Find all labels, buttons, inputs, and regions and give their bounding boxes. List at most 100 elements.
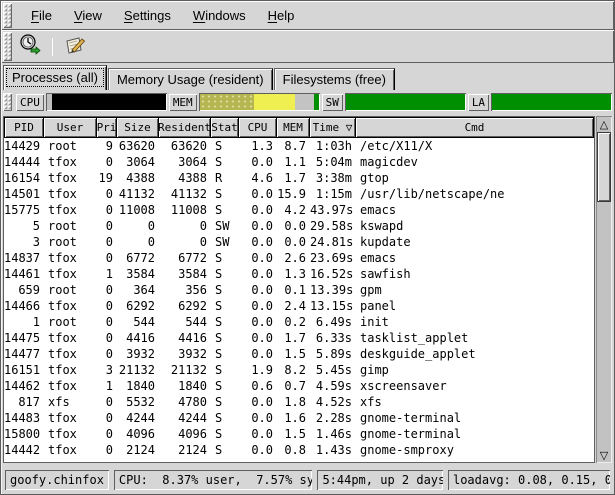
cell-size: 11008 <box>117 202 159 218</box>
column-header-resident[interactable]: Resident <box>159 117 211 138</box>
table-row[interactable]: 15775tfox01100811008S0.04.243.97semacs <box>4 202 594 218</box>
toolbar-drag-handle[interactable] <box>3 32 12 61</box>
cell-resident: 2124 <box>159 442 211 458</box>
column-header-pri[interactable]: Pri <box>97 117 117 138</box>
cell-pid: 3 <box>4 234 44 250</box>
cell-cpu: 0.0 <box>239 394 277 410</box>
menu-file[interactable]: File <box>20 5 63 26</box>
cell-resident: 4244 <box>159 410 211 426</box>
timer-clock-button[interactable] <box>16 34 44 60</box>
toolbar <box>1 30 614 63</box>
scrollbar-trough[interactable] <box>596 202 612 447</box>
la-meter-segment <box>492 94 611 110</box>
table-row[interactable]: 659root0364356S0.00.113.39sgpm <box>4 282 594 298</box>
cell-pid: 14444 <box>4 154 44 170</box>
mem-meter-segment <box>200 94 255 110</box>
column-header-pid[interactable]: PID <box>4 117 44 138</box>
table-row[interactable]: 14429root96362063620S1.38.71:03h/etc/X11… <box>4 138 594 154</box>
cell-user: xfs <box>44 394 97 410</box>
cell-cmd: kupdate <box>356 234 594 250</box>
edit-note-button[interactable] <box>61 34 89 60</box>
cell-pri: 0 <box>97 394 117 410</box>
tab-filesystems-free[interactable]: Filesystems (free) <box>274 68 395 90</box>
scroll-down-icon[interactable]: ▽ <box>596 447 612 463</box>
cell-cpu: 0.0 <box>239 330 277 346</box>
tab-memory-usage-resident[interactable]: Memory Usage (resident) <box>108 68 273 90</box>
cell-cmd: gnome-terminal <box>356 426 594 442</box>
cell-time: 2.28s <box>310 410 356 426</box>
cell-pid: 14442 <box>4 442 44 458</box>
table-row[interactable]: 3root000SW0.00.024.81skupdate <box>4 234 594 250</box>
cell-pid: 1 <box>4 314 44 330</box>
vertical-scrollbar[interactable]: △ ▽ <box>596 116 612 463</box>
column-header-user[interactable]: User <box>44 117 97 138</box>
menu-settings[interactable]: Settings <box>113 5 182 26</box>
cell-cmd: gpm <box>356 282 594 298</box>
table-row[interactable]: 14837tfox067726772S0.02.623.69semacs <box>4 250 594 266</box>
cell-cmd: xfs <box>356 394 594 410</box>
cell-stat: SW <box>211 218 239 234</box>
table-row[interactable]: 14466tfox062926292S0.02.413.15spanel <box>4 298 594 314</box>
cell-stat: SW <box>211 234 239 250</box>
table-row[interactable]: 14461tfox135843584S0.01.316.52ssawfish <box>4 266 594 282</box>
table-row[interactable]: 14483tfox042444244S0.01.62.28sgnome-term… <box>4 410 594 426</box>
column-header-stat[interactable]: Stat <box>211 117 239 138</box>
cell-user: tfox <box>44 442 97 458</box>
cell-resident: 63620 <box>159 138 211 154</box>
table-row[interactable]: 14477tfox039323932S0.01.55.89sdeskguide_… <box>4 346 594 362</box>
column-header-cpu[interactable]: CPU <box>239 117 277 138</box>
cell-pri: 3 <box>97 362 117 378</box>
cell-size: 3584 <box>117 266 159 282</box>
column-header-mem[interactable]: MEM <box>277 117 310 138</box>
column-header-size[interactable]: Size <box>117 117 159 138</box>
cell-time: 1:03h <box>310 138 356 154</box>
cell-stat: S <box>211 202 239 218</box>
table-row[interactable]: 14444tfox030643064S0.01.15:04mmagicdev <box>4 154 594 170</box>
table-row[interactable]: 14475tfox044164416S0.01.76.33stasklist_a… <box>4 330 594 346</box>
cell-size: 5532 <box>117 394 159 410</box>
toolbar-separator <box>52 38 53 56</box>
cell-user: tfox <box>44 378 97 394</box>
menu-view[interactable]: View <box>63 5 113 26</box>
tab-processes-all[interactable]: Processes (all) <box>3 65 107 90</box>
cell-mem: 1.6 <box>277 410 310 426</box>
menubar-drag-handle[interactable] <box>3 3 12 28</box>
cell-user: tfox <box>44 266 97 282</box>
table-row[interactable]: 14462tfox118401840S0.60.74.59sxscreensav… <box>4 378 594 394</box>
cell-size: 4416 <box>117 330 159 346</box>
table-row[interactable]: 16154tfox1943884388R4.61.73:38mgtop <box>4 170 594 186</box>
scrollbar-thumb[interactable] <box>597 132 611 202</box>
meters-drag-handle[interactable] <box>3 93 12 111</box>
cell-cmd: init <box>356 314 594 330</box>
cpu-meter-label: CPU <box>16 94 44 111</box>
cell-stat: S <box>211 250 239 266</box>
scroll-up-icon[interactable]: △ <box>596 116 612 132</box>
cell-stat: S <box>211 346 239 362</box>
cell-cpu: 0.0 <box>239 346 277 362</box>
status-bar: goofy.chinfox CPU: 8.37% user, 7.57% sys… <box>1 465 614 494</box>
table-row[interactable]: 1root0544544S0.00.26.49sinit <box>4 314 594 330</box>
mem-meter-bar <box>199 93 320 111</box>
cell-mem: 0.2 <box>277 314 310 330</box>
table-row[interactable]: 14501tfox04113241132S0.015.91:15m/usr/li… <box>4 186 594 202</box>
mem-meter-segment <box>295 94 314 110</box>
process-table-area: PIDUserPriSizeResidentStatCPUMEMTime ▽Cm… <box>3 116 612 463</box>
table-row[interactable]: 817xfs055324780S0.01.84.52sxfs <box>4 394 594 410</box>
menu-windows[interactable]: Windows <box>182 5 257 26</box>
table-row[interactable]: 16151tfox32113221132S1.98.25.45sgimp <box>4 362 594 378</box>
column-header-cmd[interactable]: Cmd <box>356 117 594 138</box>
table-row[interactable]: 15800tfox040964096S0.01.51.46sgnome-term… <box>4 426 594 442</box>
cell-pri: 19 <box>97 170 117 186</box>
cell-resident: 356 <box>159 282 211 298</box>
mem-meter-label: MEM <box>169 94 197 111</box>
table-row[interactable]: 14442tfox021242124S0.00.81.43sgnome-smpr… <box>4 442 594 458</box>
cell-stat: S <box>211 442 239 458</box>
cell-pid: 14462 <box>4 378 44 394</box>
cell-cpu: 0.0 <box>239 314 277 330</box>
cell-mem: 15.9 <box>277 186 310 202</box>
cell-mem: 0.1 <box>277 282 310 298</box>
table-row[interactable]: 5root000SW0.00.029.58skswapd <box>4 218 594 234</box>
cell-user: tfox <box>44 170 97 186</box>
menu-help[interactable]: Help <box>257 5 306 26</box>
column-header-time[interactable]: Time ▽ <box>310 117 356 138</box>
